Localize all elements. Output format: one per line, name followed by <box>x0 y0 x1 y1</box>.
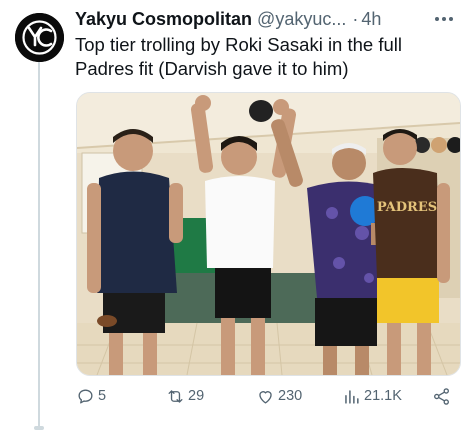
retweet-count: 29 <box>188 388 205 404</box>
like-button[interactable]: 230 <box>256 384 302 408</box>
share-button[interactable] <box>432 384 454 408</box>
views-chart-icon <box>345 389 359 404</box>
tweet-header: Yakyu Cosmopolitan @yakyuc... · 4h <box>75 7 465 31</box>
thread-line-end <box>34 426 44 430</box>
heart-icon <box>259 390 272 404</box>
tweet-text-line-2: Padres fit (Darvish gave it to him) <box>75 58 349 79</box>
retweet-icon <box>168 389 183 403</box>
author-name[interactable]: Yakyu Cosmopolitan <box>75 9 252 29</box>
share-icon <box>434 387 449 405</box>
author-handle[interactable]: @yakyuc... <box>257 9 346 29</box>
avatar-logo-icon: YC <box>15 13 64 62</box>
padres-shirt-text: PADRES <box>377 200 437 215</box>
views-count: 21.1K <box>364 388 402 404</box>
tweet-text: Top tier trolling by Roki Sasaki in the … <box>75 33 465 81</box>
more-options-button[interactable] <box>432 9 456 29</box>
separator-dot: · <box>352 9 359 29</box>
author-avatar[interactable]: YC <box>15 13 64 62</box>
tweet-time[interactable]: 4h <box>361 9 381 29</box>
more-dots-icon <box>435 17 453 21</box>
tweet-photo[interactable]: PADRES <box>76 92 461 376</box>
tweet-actions: 5 29 230 21.1K <box>76 384 460 408</box>
like-count: 230 <box>278 388 303 404</box>
retweet-button[interactable]: 29 <box>166 384 204 408</box>
reply-button[interactable]: 5 <box>76 384 106 408</box>
reply-count: 5 <box>98 388 107 404</box>
thread-line <box>38 58 40 430</box>
reply-icon <box>78 388 93 404</box>
views-button[interactable]: 21.1K <box>342 384 402 408</box>
tweet-text-line-1: Top tier trolling by Roki Sasaki in the … <box>75 34 402 55</box>
photo-scene: PADRES <box>77 93 460 375</box>
